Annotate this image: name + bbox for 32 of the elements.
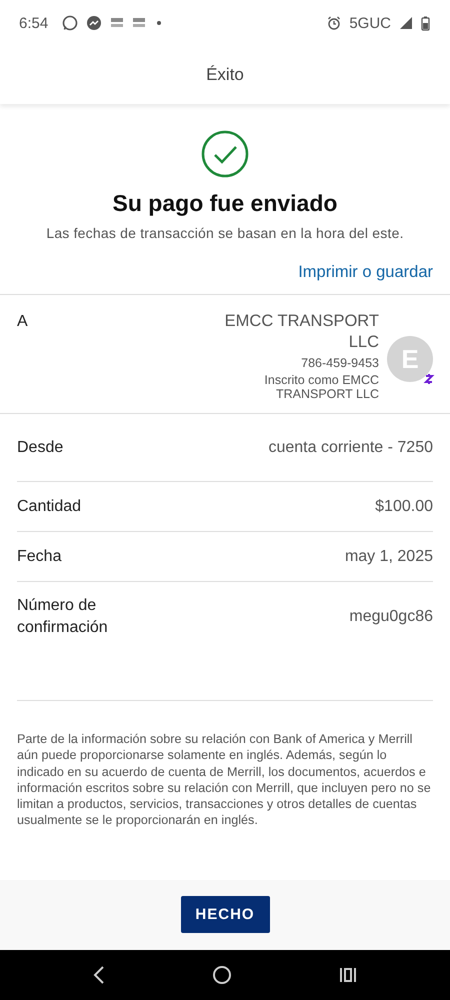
detail-label: Desde [17, 438, 64, 458]
recipient-phone: 786-459-9453 [301, 356, 379, 370]
app-icon [132, 17, 146, 29]
app-icon [110, 17, 124, 29]
detail-value: megu0gc86 [349, 608, 433, 626]
timezone-note: Las fechas de transacción se basan en la hora del este. [46, 225, 404, 241]
chat-bubble-icon [86, 15, 102, 31]
signal-icon [399, 16, 413, 30]
detail-label: A [17, 312, 28, 332]
clock-time: 6:54 [19, 14, 48, 32]
recent-apps-icon[interactable] [338, 966, 357, 984]
detail-label: Número de confirmación [17, 596, 109, 638]
detail-value: cuenta corriente - 7250 [268, 438, 433, 456]
chat-bubble-icon [62, 15, 78, 31]
payment-sent-heading: Su pago fue enviado [112, 190, 338, 217]
success-check-icon [201, 130, 249, 178]
recipient-name: EMCC TRANSPORT LLC [224, 311, 379, 353]
detail-label: Cantidad [17, 496, 82, 516]
detail-value: $100.00 [375, 498, 433, 516]
detail-value: may 1, 2025 [344, 548, 433, 566]
detail-label: Fecha [17, 546, 62, 566]
payment-badge-icon [423, 372, 435, 386]
battery-icon [421, 16, 430, 30]
disclaimer-text: Parte de la información sobre su relación con Bank of America y Merrill aún puede proporcionarse solamente en inglés. Además, según lo indicado en su acuerdo de cuenta de Merrill, los documentos, acuerdos e información escritos sobre su relación con Merrill, que incluyen pero no se limitan a productos, servicios, transacciones y otros detalles de cuentas usualmente se le proporcionarán en inglés. [17, 731, 432, 829]
done-button[interactable]: HECHO [180, 896, 270, 933]
home-icon[interactable] [212, 965, 232, 985]
alarm-icon [327, 16, 342, 30]
print-save-link[interactable]: Imprimir o guardar [298, 263, 433, 282]
enrolled-note: Inscrito como EMCC TRANSPORT LLC [263, 373, 379, 401]
back-icon[interactable] [93, 966, 106, 984]
screen-title: Éxito [206, 65, 244, 85]
network-label: 5GUC [349, 14, 391, 32]
